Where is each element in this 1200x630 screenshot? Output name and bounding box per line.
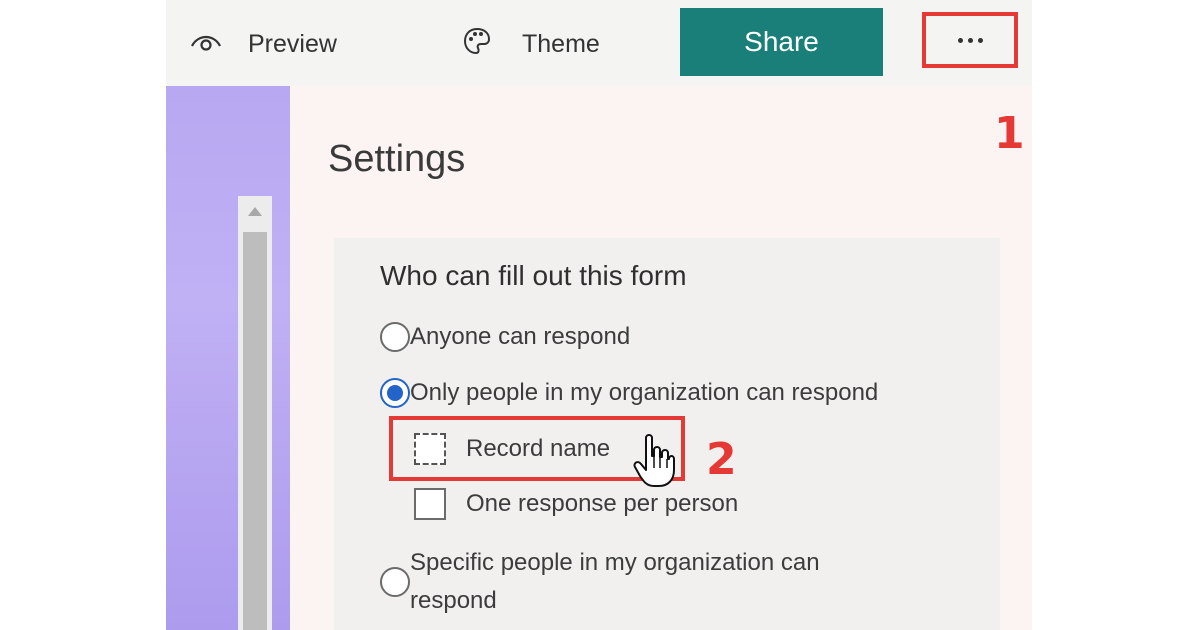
radio-anyone[interactable]	[380, 322, 410, 352]
preview-label: Preview	[248, 29, 337, 58]
scroll-thumb[interactable]	[243, 232, 267, 630]
record-name-option[interactable]: Record name	[414, 433, 610, 465]
option-organization[interactable]: Only people in my organization can respo…	[380, 378, 878, 408]
settings-title: Settings	[328, 138, 466, 180]
option-label: Anyone can respond	[410, 323, 631, 350]
vertical-scrollbar[interactable]	[238, 196, 272, 630]
palette-icon	[462, 26, 492, 63]
theme-button[interactable]: Theme	[462, 26, 600, 63]
record-name-checkbox[interactable]	[414, 433, 446, 465]
top-toolbar: Preview Theme Share	[166, 0, 1032, 86]
eye-icon	[190, 30, 222, 59]
option-label: Specific people in my organization can r…	[410, 549, 820, 614]
radio-organization[interactable]	[380, 378, 410, 408]
settings-panel: Settings Who can fill out this form Anyo…	[290, 86, 1032, 630]
step-1-label: 1	[994, 108, 1025, 159]
ellipsis-icon	[957, 37, 983, 43]
scroll-up-arrow-icon[interactable]	[238, 196, 272, 226]
forms-window: Preview Theme Share Settings Who can fil…	[166, 0, 1032, 630]
one-response-checkbox[interactable]	[414, 488, 446, 520]
option-label: Only people in my organization can respo…	[410, 379, 879, 406]
option-specific-people[interactable]: Specific people in my organization can r…	[380, 544, 880, 620]
section-title: Who can fill out this form	[380, 260, 687, 291]
step-2-label: 2	[706, 434, 737, 485]
more-options-button[interactable]	[922, 12, 1018, 68]
preview-button[interactable]: Preview	[190, 28, 337, 60]
one-response-option[interactable]: One response per person	[414, 488, 738, 520]
suboption-label: Record name	[466, 435, 611, 462]
hand-pointer-icon	[632, 432, 676, 493]
option-anyone[interactable]: Anyone can respond	[380, 322, 630, 352]
radio-specific-people[interactable]	[380, 567, 410, 597]
share-button[interactable]: Share	[680, 8, 883, 76]
suboption-label: One response per person	[466, 490, 739, 517]
theme-label: Theme	[522, 29, 600, 58]
